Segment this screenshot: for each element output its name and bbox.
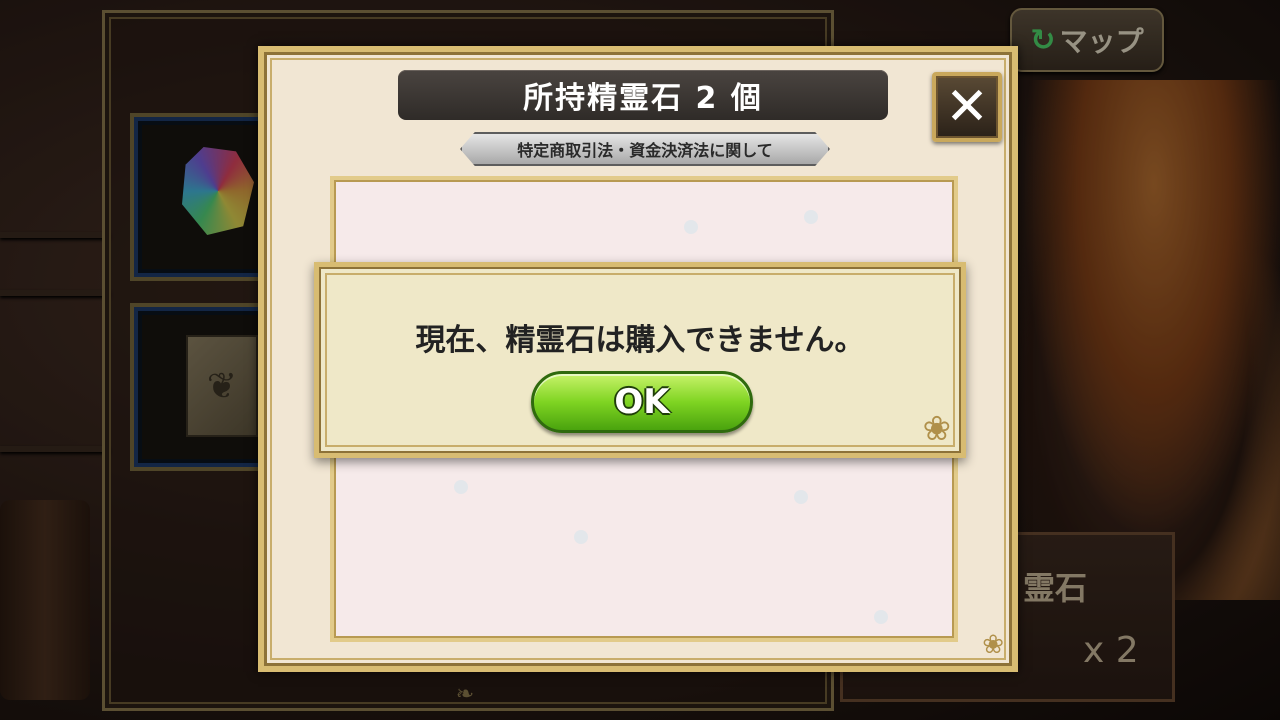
legal-notice-link[interactable]: 特定商取引法・資金決済法に関して xyxy=(460,132,830,166)
sparkle-decoration xyxy=(874,610,888,624)
sparkle-decoration xyxy=(574,530,588,544)
corner-flourish-icon: ❀ xyxy=(922,409,952,449)
dialog-title: 所持精霊石 2 個 xyxy=(398,70,888,120)
alert-message: 現在、精霊石は購入できません。 xyxy=(415,323,865,358)
sparkle-decoration xyxy=(794,490,808,504)
corner-flourish-icon: ❀ xyxy=(982,630,1004,660)
ok-button[interactable]: OK xyxy=(531,371,753,433)
alert-dialog: 現在、精霊石は購入できません。 OK ❀ xyxy=(314,262,966,458)
sparkle-decoration xyxy=(804,210,818,224)
sparkle-decoration xyxy=(684,220,698,234)
close-x-icon: ✕ xyxy=(945,77,989,137)
close-button[interactable]: ✕ xyxy=(932,72,1002,142)
sparkle-decoration xyxy=(454,480,468,494)
